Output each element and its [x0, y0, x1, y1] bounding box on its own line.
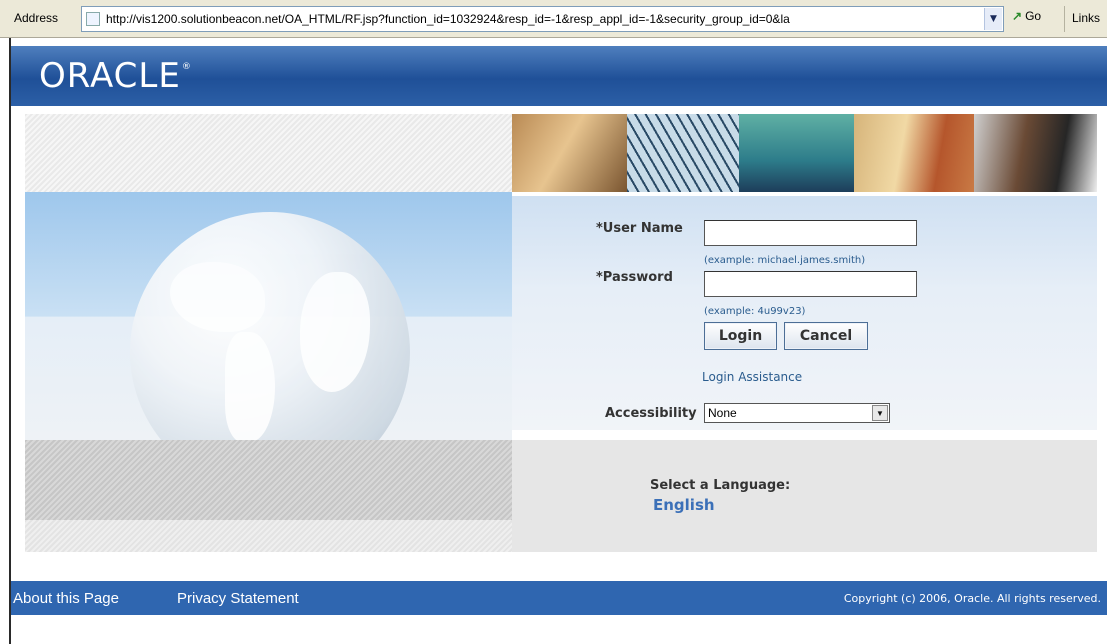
photo-people-meeting [512, 114, 627, 192]
decorative-hatch-foot [25, 520, 512, 552]
toolbar-separator [1064, 6, 1065, 32]
globe-image [25, 192, 512, 440]
photo-tower [627, 114, 739, 192]
photo-man-computer [739, 114, 854, 192]
oracle-header: ORACLE® [11, 46, 1107, 106]
oracle-logo: ORACLE® [39, 56, 192, 96]
password-label: *Password [596, 270, 673, 285]
language-panel [512, 440, 1097, 552]
links-button[interactable]: Links [1072, 11, 1100, 25]
accessibility-label: Accessibility [605, 406, 697, 421]
language-label: Select a Language: [650, 478, 791, 493]
footer-bar: About this Page Privacy Statement Copyri… [11, 581, 1107, 615]
globe-graphic [130, 212, 410, 440]
photo-banner [512, 114, 1097, 192]
copyright-text: Copyright (c) 2006, Oracle. All rights r… [843, 592, 1101, 605]
go-arrow-icon: ↗ [1012, 9, 1023, 23]
password-hint: (example: 4u99v23) [704, 306, 806, 317]
photo-woman-headset [854, 114, 974, 192]
address-label: Address [14, 11, 59, 25]
address-url[interactable]: http://vis1200.solutionbeacon.net/OA_HTM… [106, 12, 986, 26]
photo-businessman [974, 114, 1097, 192]
decorative-hatch-bottom [25, 440, 512, 520]
username-hint: (example: michael.james.smith) [704, 255, 866, 266]
language-english-link[interactable]: English [653, 496, 715, 514]
browser-address-bar: Address http://vis1200.solutionbeacon.ne… [0, 0, 1107, 38]
username-label: *User Name [596, 221, 683, 236]
address-field[interactable]: http://vis1200.solutionbeacon.net/OA_HTM… [81, 6, 1004, 32]
privacy-statement-link[interactable]: Privacy Statement [177, 590, 299, 607]
go-button[interactable]: ↗ Go [1012, 9, 1041, 23]
address-dropdown-icon[interactable]: ▼ [984, 8, 1002, 30]
username-input[interactable] [704, 220, 917, 246]
cancel-button[interactable]: Cancel [784, 322, 868, 350]
password-input[interactable] [704, 271, 917, 297]
login-button[interactable]: Login [704, 322, 777, 350]
dropdown-arrow-icon[interactable]: ▼ [872, 405, 888, 421]
login-assistance-link[interactable]: Login Assistance [702, 370, 802, 384]
about-page-link[interactable]: About this Page [13, 590, 119, 607]
page-icon [86, 12, 100, 26]
accessibility-select[interactable]: None ▼ [704, 403, 890, 423]
accessibility-selected: None [708, 406, 737, 420]
decorative-hatch-top [25, 114, 512, 192]
go-label: Go [1025, 9, 1042, 23]
